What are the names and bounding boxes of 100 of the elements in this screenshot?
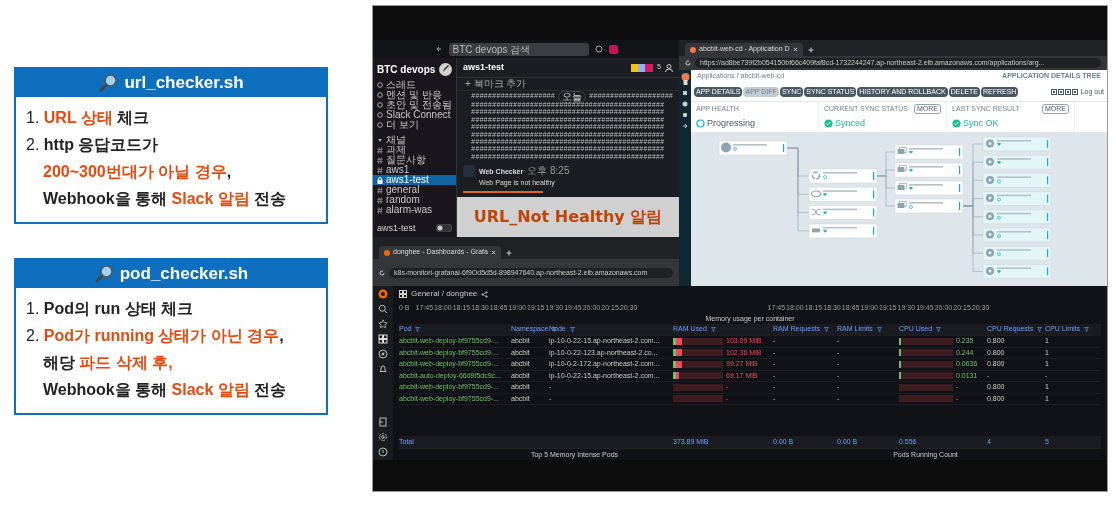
- nav-item[interactable]: 스레드: [373, 80, 456, 90]
- resource-node[interactable]: [894, 198, 964, 214]
- new-tab-icon[interactable]: [505, 250, 512, 256]
- argo-logo-icon[interactable]: [680, 73, 690, 85]
- resource-node[interactable]: [808, 223, 878, 239]
- list-item: Webhook을 통해 Slack 알림 전송: [42, 189, 288, 209]
- hash-icon: [377, 156, 383, 164]
- huddle-toggle-icon[interactable]: [436, 224, 452, 233]
- nav-item[interactable]: 초안 및 전송됨: [373, 100, 456, 110]
- close-icon[interactable]: [490, 250, 496, 255]
- channel-item[interactable]: aws1: [373, 165, 456, 175]
- section-header[interactable]: 채널: [373, 135, 456, 145]
- channel-item[interactable]: random: [373, 195, 456, 205]
- filter-icon: [824, 327, 830, 332]
- reload-icon[interactable]: [685, 60, 691, 66]
- resource-node[interactable]: [982, 173, 1052, 188]
- search-icon[interactable]: [378, 304, 388, 314]
- person-icon[interactable]: [665, 63, 673, 72]
- compose-icon[interactable]: [439, 62, 452, 76]
- list-item: 200~300번대가 아닐 경우,: [42, 162, 233, 182]
- network-view-icon[interactable]: [1064, 89, 1071, 95]
- list-item: 해당 파드 삭제 후,: [42, 353, 174, 373]
- check-circle-icon: [824, 118, 833, 128]
- tab-logo-icon: [384, 249, 390, 256]
- magnifier-icon: [93, 264, 114, 284]
- tree-view-icon[interactable]: [1050, 89, 1057, 95]
- resource-node[interactable]: [808, 205, 878, 220]
- applications-icon[interactable]: [682, 90, 688, 96]
- list-item: 1. Pod의 run 상태 체크: [26, 299, 195, 319]
- resource-node[interactable]: [982, 136, 1052, 152]
- resource-node[interactable]: [982, 191, 1052, 206]
- channel-item[interactable]: alarm-was: [373, 205, 456, 215]
- channel-item[interactable]: 과제: [373, 145, 456, 155]
- share-icon[interactable]: [481, 290, 489, 298]
- filter-icon: [1037, 327, 1043, 332]
- avatar-icon[interactable]: [608, 44, 618, 54]
- card-title: url_checker.sh: [124, 72, 244, 95]
- hash-icon: [377, 196, 383, 204]
- hash-icon: [377, 206, 383, 214]
- resource-node[interactable]: [718, 140, 788, 156]
- docs-icon[interactable]: [682, 123, 688, 129]
- resource-node[interactable]: [982, 227, 1052, 243]
- reload-icon[interactable]: [379, 269, 385, 276]
- resource-node[interactable]: [982, 264, 1052, 279]
- compass-icon[interactable]: [378, 349, 388, 359]
- list-item: 2. http 응답코드가: [26, 135, 160, 155]
- check-circle-icon: [952, 118, 961, 128]
- bell-icon[interactable]: [378, 364, 388, 374]
- filter-icon: [876, 327, 882, 332]
- magnifier-icon: [98, 73, 119, 93]
- close-icon[interactable]: [792, 47, 798, 52]
- channel-title[interactable]: aws1-test: [463, 60, 505, 75]
- nav-item[interactable]: 더 보기: [373, 120, 456, 130]
- new-tab-icon[interactable]: [807, 47, 814, 53]
- list-item: Webhook을 통해 Slack 알림 전송: [42, 380, 288, 400]
- resource-node[interactable]: [808, 187, 878, 202]
- status-value: Progressing: [707, 116, 756, 130]
- workspace-name[interactable]: BTC devops: [377, 61, 436, 77]
- nav-item[interactable]: Slack Connect: [373, 110, 456, 120]
- resource-node[interactable]: [982, 154, 1052, 170]
- filter-icon: [710, 327, 716, 332]
- filter-icon: [569, 327, 575, 332]
- help-icon[interactable]: [378, 447, 388, 457]
- nav-item[interactable]: 멘션 및 반응: [373, 90, 456, 100]
- resource-node[interactable]: [894, 144, 964, 160]
- status-value: Synced: [835, 116, 866, 130]
- workspace-switcher[interactable]: aws1-test: [377, 221, 416, 235]
- channel-item[interactable]: 질문사항: [373, 155, 456, 165]
- dashboards-icon: [399, 290, 407, 298]
- filter-icon: [936, 327, 942, 332]
- hash-icon: [377, 166, 383, 174]
- resource-node[interactable]: [894, 162, 964, 178]
- hash-icon: [377, 146, 383, 154]
- channel-item[interactable]: general: [373, 185, 456, 195]
- resource-node[interactable]: [894, 180, 964, 196]
- grafana-logo-icon[interactable]: [378, 289, 388, 299]
- resource-node[interactable]: [982, 245, 1052, 261]
- filter-icon: [1084, 327, 1089, 332]
- member-avatars-icon: [631, 63, 654, 72]
- star-icon[interactable]: [378, 319, 388, 329]
- caret-icon: [377, 137, 383, 143]
- dashboards-icon[interactable]: [378, 334, 388, 344]
- list-view-icon[interactable]: [1071, 89, 1078, 95]
- progress-ring-icon: [696, 118, 705, 128]
- bookmark-link[interactable]: + 북마크 추가: [457, 78, 679, 91]
- back-icon[interactable]: [434, 45, 443, 53]
- list-item: 2. Pod가 running 상태가 아닌 경우,: [26, 326, 285, 346]
- breadcrumb[interactable]: General / donghee: [411, 288, 478, 300]
- card-title: pod_checker.sh: [119, 263, 249, 286]
- hash-icon: [377, 186, 383, 194]
- help-icon[interactable]: [594, 45, 603, 53]
- bot-avatar: [463, 165, 475, 178]
- resource-node[interactable]: [982, 209, 1052, 225]
- sign-in-icon[interactable]: [378, 417, 388, 427]
- channel-item[interactable]: aws1-test: [373, 175, 456, 185]
- resource-node[interactable]: [808, 168, 878, 184]
- pods-view-icon[interactable]: [1057, 89, 1064, 95]
- tab-logo-icon: [690, 46, 696, 53]
- filter-icon: [415, 327, 421, 332]
- search-field[interactable]: BTC devops 검색: [448, 42, 589, 56]
